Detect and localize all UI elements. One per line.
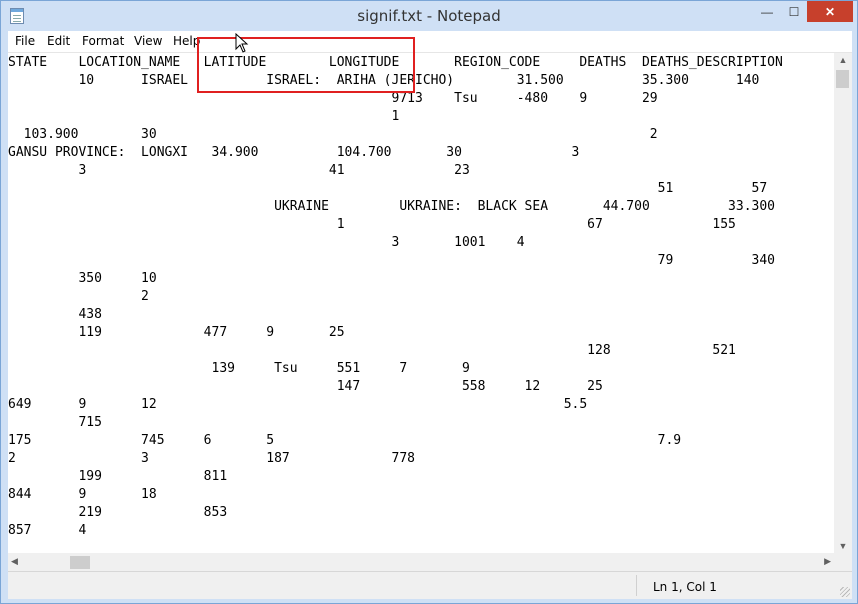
text-line: 649 9 12 5.5 bbox=[8, 397, 588, 412]
text-editor[interactable]: STATE LOCATION_NAME LATITUDE LONGITUDE R… bbox=[8, 53, 834, 553]
text-line: 51 57 bbox=[8, 181, 768, 196]
scroll-down-arrow-icon[interactable]: ▼ bbox=[834, 541, 852, 551]
vertical-scrollbar[interactable]: ▲ ▼ bbox=[834, 53, 852, 553]
text-line: 119 477 9 25 bbox=[8, 325, 345, 340]
text-line: 103.900 30 2 bbox=[8, 127, 658, 142]
close-button[interactable]: ✕ bbox=[807, 1, 853, 22]
text-line: 199 811 bbox=[8, 469, 228, 484]
text-line: 3 41 23 bbox=[8, 163, 470, 178]
text-line: 715 bbox=[8, 415, 102, 430]
text-line: 3 1001 4 bbox=[8, 235, 525, 250]
menu-file[interactable]: File bbox=[15, 34, 35, 48]
minimize-button[interactable]: — bbox=[753, 1, 781, 22]
text-line: 139 Tsu 551 7 9 bbox=[8, 361, 470, 376]
menu-bar: File Edit Format View Help bbox=[8, 31, 852, 53]
text-line: 438 bbox=[8, 307, 102, 322]
mouse-cursor-icon bbox=[235, 33, 249, 53]
status-bar: Ln 1, Col 1 bbox=[8, 571, 852, 599]
text-line: 9713 Tsu -480 9 29 bbox=[8, 91, 658, 106]
text-line: 147 558 12 25 bbox=[8, 379, 603, 394]
horizontal-scrollbar[interactable]: ◀ ▶ bbox=[8, 553, 834, 571]
text-line: 844 9 18 bbox=[8, 487, 157, 502]
text-line: 175 745 6 5 7.9 bbox=[8, 433, 682, 448]
menu-format[interactable]: Format bbox=[82, 34, 124, 48]
text-line: 1 bbox=[8, 109, 400, 124]
menu-edit[interactable]: Edit bbox=[47, 34, 70, 48]
text-line: 857 4 bbox=[8, 523, 87, 538]
horizontal-scroll-thumb[interactable] bbox=[70, 556, 90, 569]
title-bar[interactable]: signif.txt - Notepad — ☐ ✕ bbox=[1, 1, 857, 31]
text-line: 1 67 155 bbox=[8, 217, 736, 232]
text-line: UKRAINE UKRAINE: BLACK SEA 44.700 33.300 bbox=[8, 199, 776, 214]
text-line: 128 521 bbox=[8, 343, 736, 358]
resize-grip-icon[interactable] bbox=[840, 587, 850, 597]
text-line: 79 340 bbox=[8, 253, 776, 268]
text-line: 219 853 bbox=[8, 505, 228, 520]
text-line: 2 bbox=[8, 289, 149, 304]
scroll-right-arrow-icon[interactable]: ▶ bbox=[824, 556, 831, 567]
status-divider bbox=[636, 575, 637, 596]
window-title: signif.txt - Notepad bbox=[357, 7, 501, 25]
scrollbar-corner bbox=[834, 553, 852, 571]
text-line: 2 3 187 778 bbox=[8, 451, 415, 466]
text-line: GANSU PROVINCE: LONGXI 34.900 104.700 30… bbox=[8, 145, 580, 160]
annotation-highlight-box bbox=[197, 37, 415, 93]
menu-view[interactable]: View bbox=[134, 34, 162, 48]
vertical-scroll-thumb[interactable] bbox=[836, 70, 849, 88]
text-line: 350 10 bbox=[8, 271, 157, 286]
notepad-window: signif.txt - Notepad — ☐ ✕ File Edit For… bbox=[0, 0, 858, 604]
cursor-position: Ln 1, Col 1 bbox=[653, 580, 717, 594]
maximize-button[interactable]: ☐ bbox=[781, 1, 807, 22]
scroll-left-arrow-icon[interactable]: ◀ bbox=[11, 556, 18, 567]
scroll-up-arrow-icon[interactable]: ▲ bbox=[834, 55, 852, 65]
